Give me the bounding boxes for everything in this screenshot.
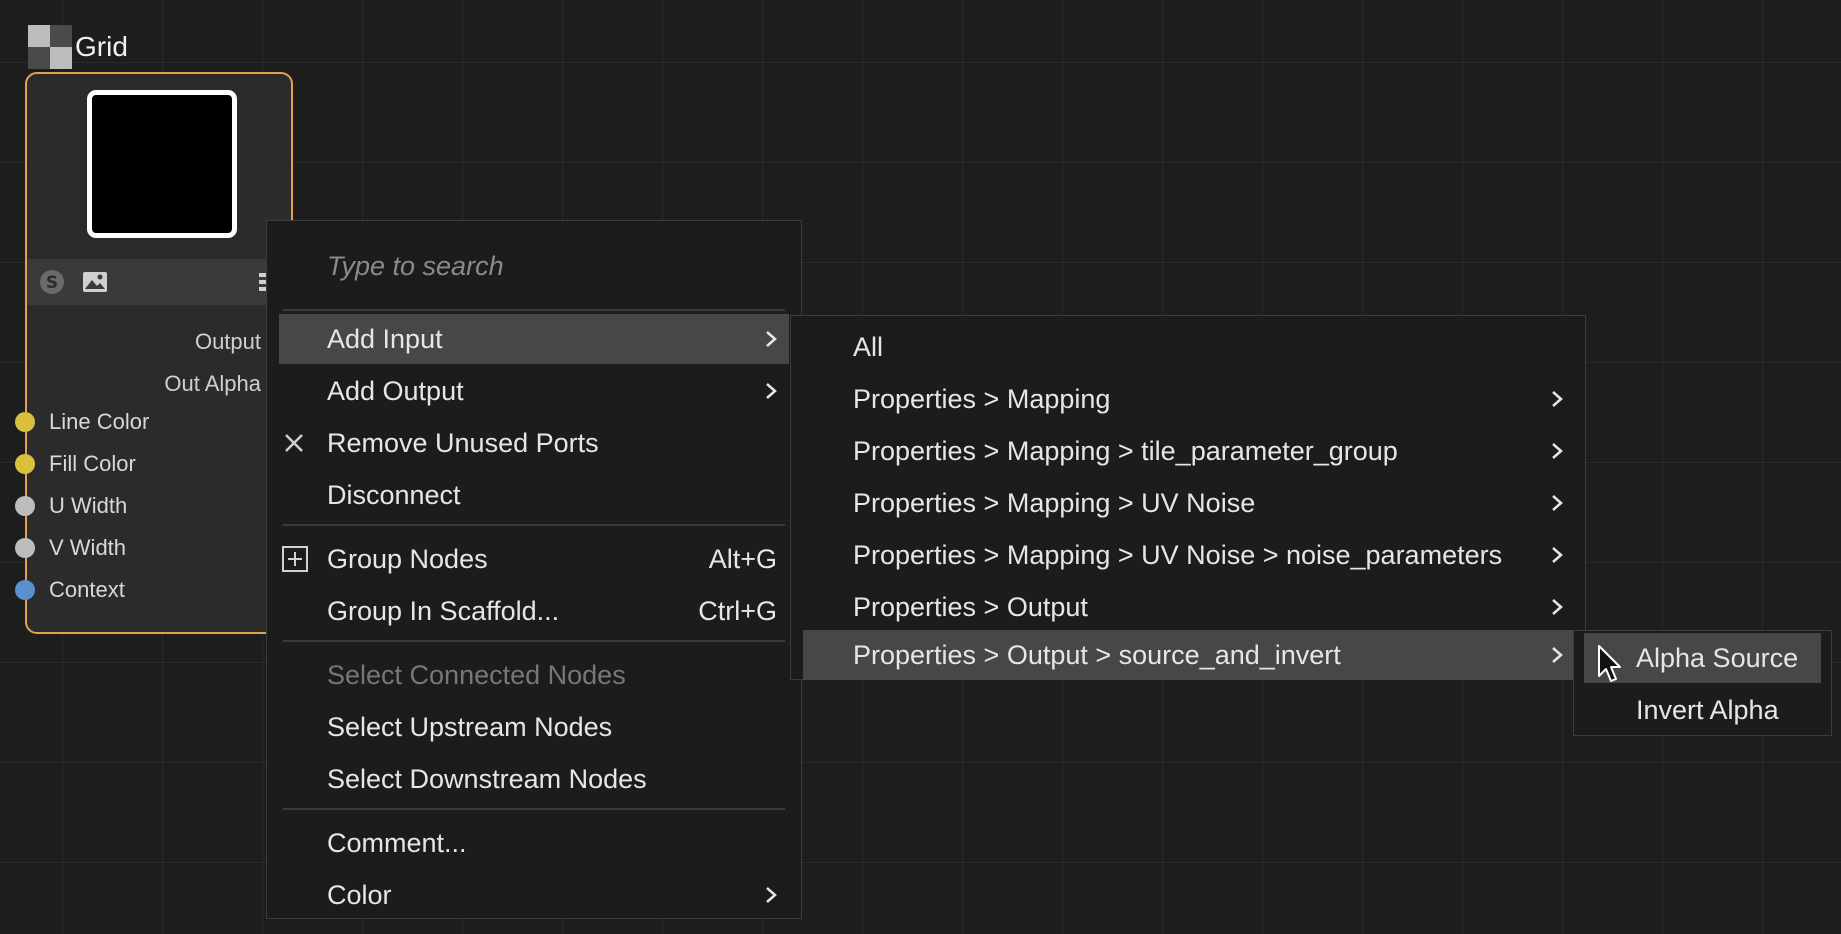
menu-item-label: Alpha Source [1636,642,1799,673]
out-alpha-port-label[interactable]: Out Alpha [164,371,261,397]
menu-item-group-nodes[interactable]: Group Nodes Alt+G [267,534,801,584]
chevron-right-icon [1552,647,1563,663]
submenu-item-properties-mapping[interactable]: Properties > Mapping [791,374,1585,424]
menu-divider [283,524,785,526]
shortcut-label: Ctrl+G [698,595,777,626]
input-port-line-color[interactable]: Line Color [15,407,150,437]
mouse-cursor-icon [1598,645,1621,682]
svg-text:S: S [46,273,58,293]
menu-item-label: Remove Unused Ports [327,427,599,458]
menu-item-group-in-scaffold[interactable]: Group In Scaffold... Ctrl+G [267,586,801,636]
menu-divider [283,640,785,642]
node-title-bar[interactable]: Grid [28,24,128,70]
menu-item-label: Properties > Mapping > UV Noise [853,487,1256,518]
port-dot[interactable] [15,496,35,516]
port-label: V Width [49,535,127,560]
port-label: U Width [49,493,128,518]
menu-item-select-downstream-nodes[interactable]: Select Downstream Nodes [267,754,801,804]
menu-divider [283,808,785,810]
input-port-context[interactable]: Context [15,575,125,605]
port-label: Fill Color [49,451,136,476]
submenu-item-source-and-invert[interactable]: Properties > Output > source_and_invert [803,630,1573,680]
chevron-right-icon [766,383,777,399]
node-title: Grid [75,31,128,62]
chevron-right-icon [766,887,777,903]
input-port-v-width[interactable]: V Width [15,533,127,563]
add-input-submenu: All Properties > Mapping Properties > Ma… [790,315,1586,680]
port-dot[interactable] [15,580,35,600]
submenu-item-tile-parameter-group[interactable]: Properties > Mapping > tile_parameter_gr… [791,426,1585,476]
chevron-right-icon [1552,443,1563,459]
menu-item-label: Group In Scaffold... [327,595,560,626]
menu-item-add-input[interactable]: Add Input [279,314,789,364]
image-icon[interactable] [82,269,108,295]
port-label: Context [49,577,125,602]
menu-item-label: Properties > Mapping > tile_parameter_gr… [853,435,1398,466]
menu-item-label: Add Output [327,375,464,406]
menu-item-select-connected-nodes: Select Connected Nodes [267,650,801,700]
menu-item-color[interactable]: Color [267,870,801,920]
context-menu: Type to search Add Input Add Output Remo… [266,220,802,919]
menu-item-add-output[interactable]: Add Output [267,366,801,416]
menu-item-remove-unused-ports[interactable]: Remove Unused Ports [267,418,801,468]
port-label: Line Color [49,409,150,434]
checker-icon [28,25,72,69]
menu-item-label: Add Input [327,323,443,354]
chevron-right-icon [1552,391,1563,407]
chevron-right-icon [1552,547,1563,563]
menu-item-label: Properties > Output [853,591,1088,622]
chevron-right-icon [1552,495,1563,511]
menu-item-disconnect[interactable]: Disconnect [267,470,801,520]
menu-item-label: Properties > Mapping [853,383,1111,414]
input-port-fill-color[interactable]: Fill Color [15,449,136,479]
menu-divider [283,309,785,311]
menu-item-label: Properties > Mapping > UV Noise > noise_… [853,539,1503,570]
menu-item-label: Color [327,879,392,910]
node-preview [87,90,237,238]
menu-item-label: Group Nodes [327,543,488,574]
menu-item-label: Invert Alpha [1636,694,1779,725]
menu-item-select-upstream-nodes[interactable]: Select Upstream Nodes [267,702,801,752]
chevron-right-icon [1552,599,1563,615]
chevron-right-icon [766,331,777,347]
close-icon [285,434,303,452]
port-dot[interactable] [15,412,35,432]
menu-item-comment[interactable]: Comment... [267,818,801,868]
menu-item-label: Select Connected Nodes [327,659,626,690]
node-toolbar: S [27,259,291,305]
port-dot[interactable] [15,454,35,474]
submenu-item-properties-output[interactable]: Properties > Output [791,582,1585,632]
menu-item-label: Disconnect [327,479,461,510]
submenu-item-noise-parameters[interactable]: Properties > Mapping > UV Noise > noise_… [791,530,1585,580]
input-port-u-width[interactable]: U Width [15,491,128,521]
group-plus-icon [282,546,308,572]
submenu-item-all[interactable]: All [791,322,1585,372]
search-input[interactable]: Type to search [327,251,504,282]
menu-item-label: Select Downstream Nodes [327,763,647,794]
menu-item-label: Select Upstream Nodes [327,711,613,742]
menu-item-label: Properties > Output > source_and_invert [853,639,1341,670]
menu-item-label: All [853,331,884,362]
output-port-label[interactable]: Output [195,329,261,355]
submenu-item-uv-noise[interactable]: Properties > Mapping > UV Noise [791,478,1585,528]
menu-item-label: Comment... [327,827,467,858]
submenu-item-invert-alpha[interactable]: Invert Alpha [1574,685,1831,735]
s-badge-icon[interactable]: S [39,269,65,295]
shortcut-label: Alt+G [708,543,777,574]
grid-node[interactable]: S Output Out Alpha Line Color Fill Color… [15,72,293,634]
port-dot[interactable] [15,538,35,558]
